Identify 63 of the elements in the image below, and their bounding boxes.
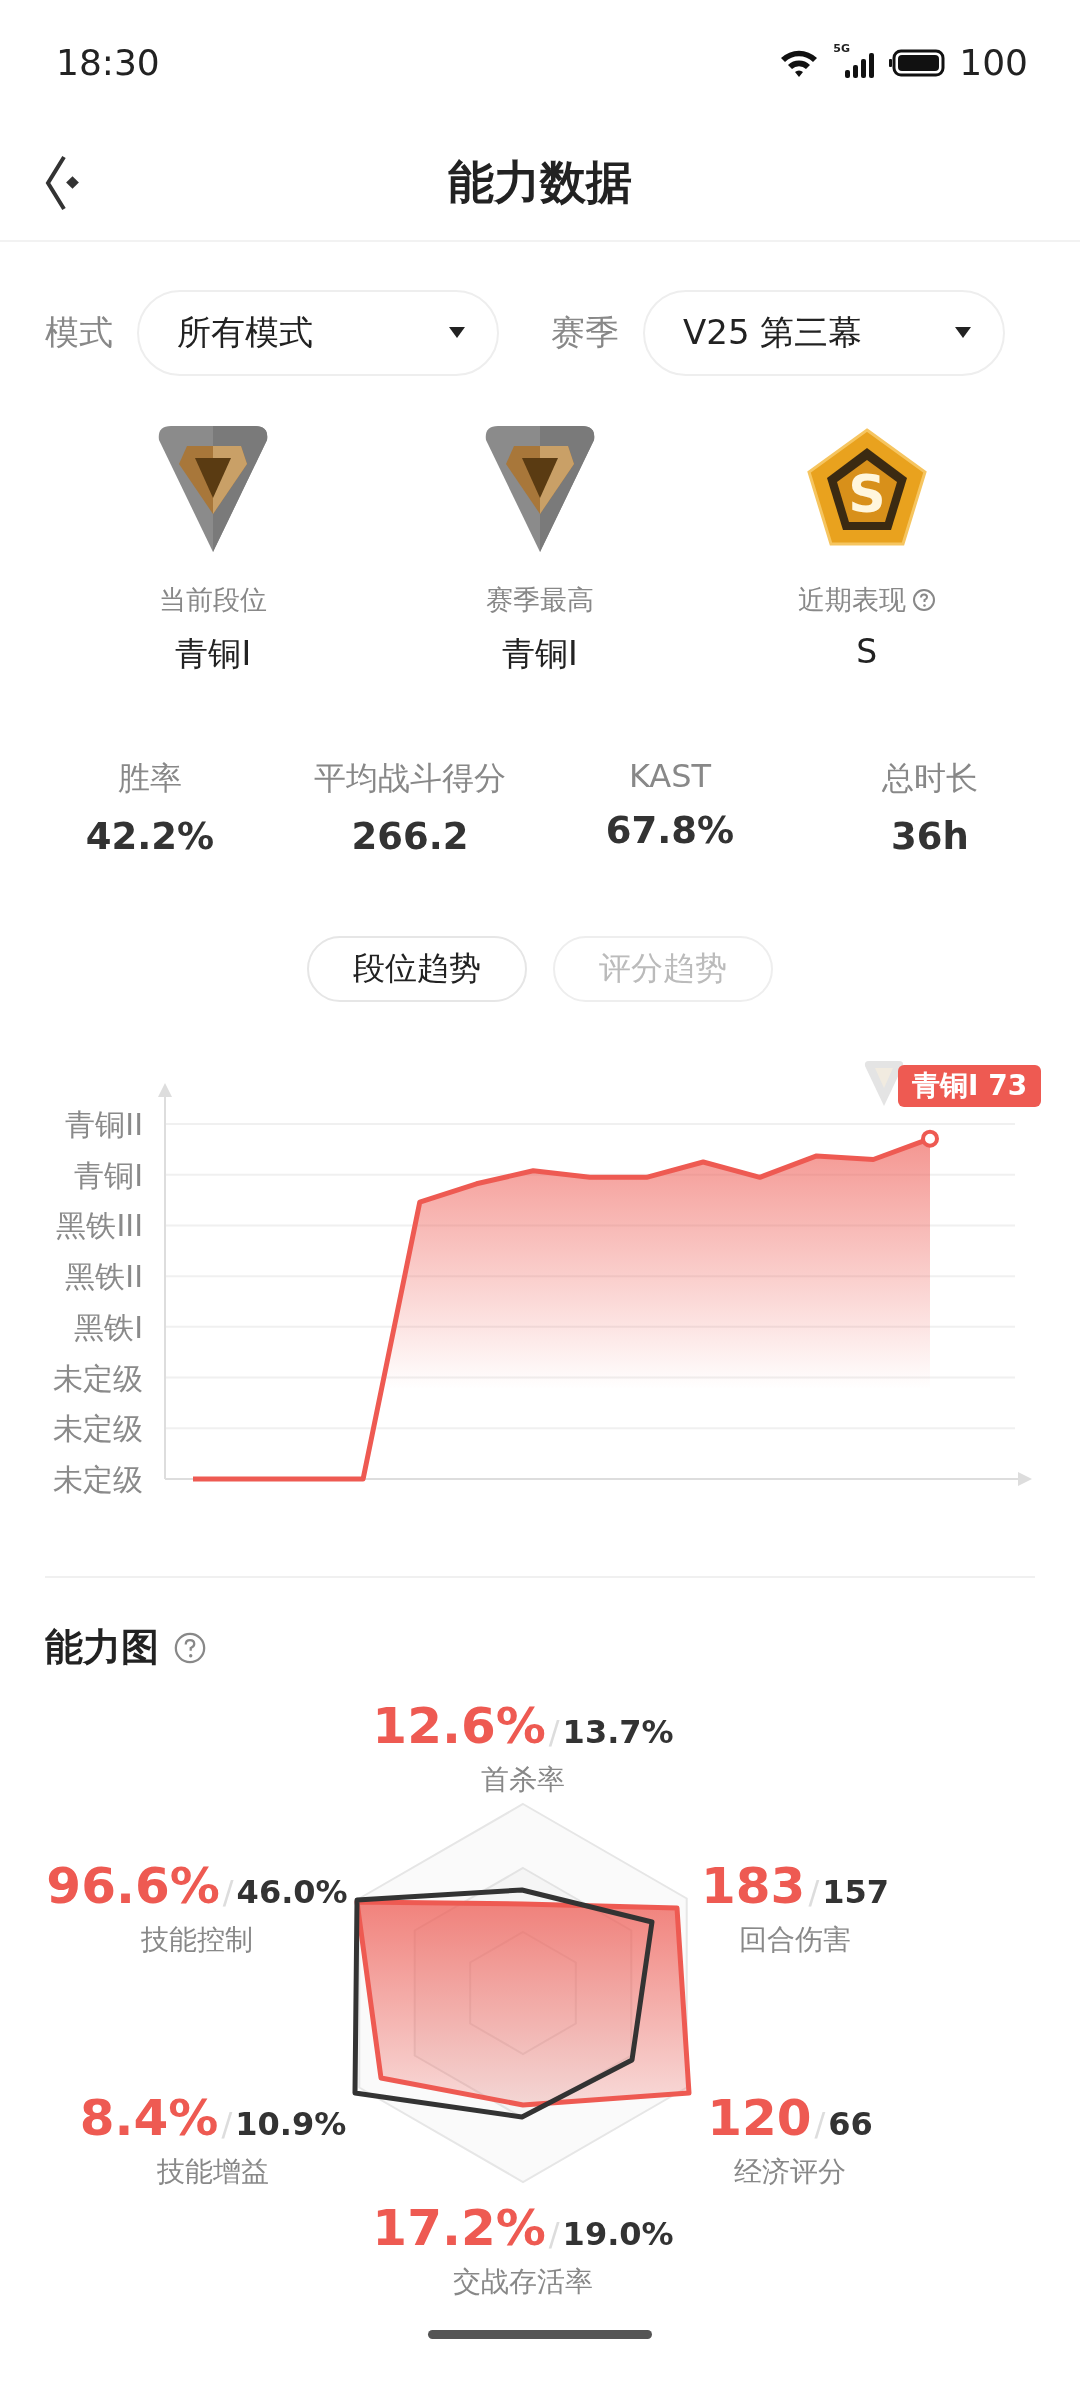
axis-label: 黑铁II [65,1259,143,1295]
stat-value: 67.8% [605,809,735,852]
help-icon[interactable] [173,1630,207,1665]
stat-value: 266.2 [351,815,469,858]
average-value: 19.0% [562,2215,674,2253]
axis-label: 青铜I [74,1157,143,1193]
axis-label: 青铜II [65,1107,143,1142]
ability-name: 回合伤害 [739,1922,851,1958]
battery-level: 100 [959,42,1028,83]
battery-icon [889,48,946,77]
rank-value: 青铜I [175,633,252,675]
rank-label: 近期表现 [797,583,906,617]
ability-name: 技能增益 [157,2154,269,2190]
rank-label: 赛季最高 [486,583,594,617]
separator: / [222,1873,234,1911]
trend-tab[interactable]: 段位趋势 [307,936,527,1002]
separator: / [808,1873,820,1911]
player-value: 120 [707,2089,812,2147]
shield-gem-icon [484,424,596,552]
current-rank-tag: 青铜I 73 [898,1065,1042,1107]
separator: / [548,1713,560,1751]
caret-icon [955,327,971,339]
ability-name: 技能控制 [141,1922,253,1958]
separator: / [548,2215,560,2253]
rank-value: 青铜I [502,633,578,675]
filter-dropdown[interactable]: 所有模式 [137,290,499,376]
average-value: 46.0% [236,1873,348,1911]
stat-value: 42.2% [85,815,215,858]
stat-value: 36h [891,815,969,858]
section-title: 能力图 [45,1624,159,1671]
ability-name: 交战存活率 [453,2264,593,2300]
shield-gem-icon [157,424,270,552]
stat-label: 胜率 [118,758,182,799]
axis-label: 未定级 [53,1360,143,1396]
axis-label: 黑铁I [74,1309,143,1345]
filter-label: 模式 [45,311,113,354]
filter-dropdown[interactable]: V25 第三幕 [643,290,1005,376]
axis-label: 未定级 [53,1462,143,1497]
stat-label: 平均战斗得分 [314,758,506,799]
stat-label: 总时长 [882,758,978,799]
stat-label: KAST [628,757,712,795]
separator: / [221,2105,233,2143]
average-value: 13.7% [562,1713,674,1751]
player-value: 183 [701,1857,806,1915]
separator: / [814,2105,826,2143]
page-title: 能力数据 [448,153,632,211]
status-time: 18:30 [56,42,160,83]
player-value: 96.6% [46,1857,220,1915]
ability-name: 首杀率 [481,1762,565,1798]
axis-label: 未定级 [53,1411,143,1447]
average-value: 157 [822,1873,889,1911]
ability-name: 经济评分 [734,2154,846,2190]
axis-label: 黑铁III [56,1208,143,1244]
player-value: 12.6% [372,1697,546,1755]
help-icon[interactable] [911,588,936,612]
caret-icon [449,327,465,339]
player-value: 17.2% [372,2199,546,2257]
filter-label: 赛季 [551,311,619,354]
rank-label: 当前段位 [159,583,268,617]
rank-value: S [856,632,878,671]
player-value: 8.4% [79,2089,219,2147]
average-value: 66 [828,2105,873,2143]
average-value: 10.9% [235,2105,347,2143]
